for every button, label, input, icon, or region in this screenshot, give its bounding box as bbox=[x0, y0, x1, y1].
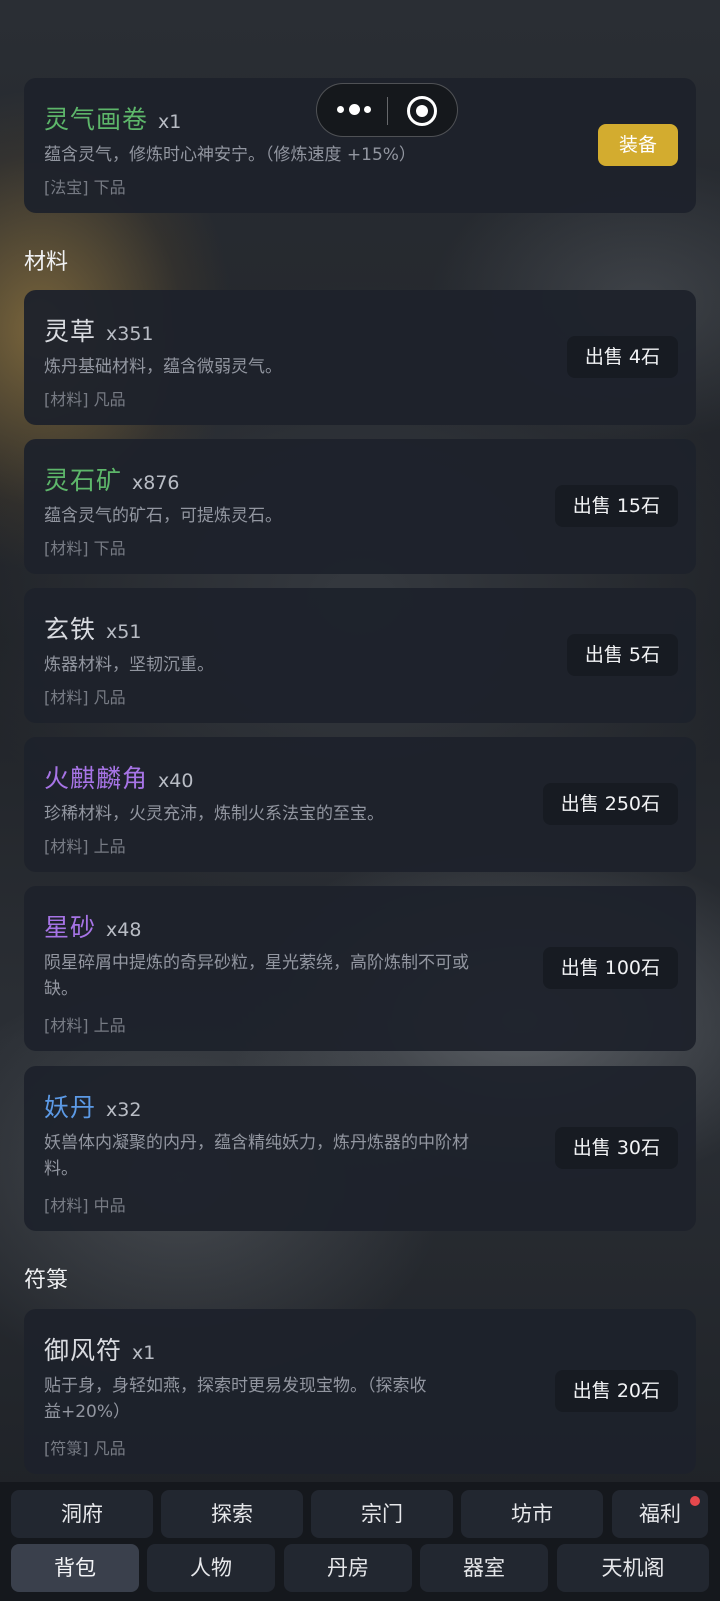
item-desc: 炼丹基础材料，蕴含微弱灵气。 bbox=[44, 357, 282, 377]
target-circle-icon[interactable] bbox=[407, 96, 437, 126]
item-card-huoqilinjiao: 火麒麟角 x40 珍稀材料，火灵充沛，炼制火系法宝的至宝。 [材料] 上品 出售 … bbox=[24, 737, 696, 872]
item-card-lingcao: 灵草 x351 炼丹基础材料，蕴含微弱灵气。 [材料] 凡品 出售 4石 bbox=[24, 290, 696, 425]
nav-fuli-label: 福利 bbox=[639, 1502, 681, 1526]
more-dots-icon[interactable] bbox=[337, 102, 371, 118]
item-qty: x351 bbox=[106, 323, 154, 345]
item-tag: [符箓] 凡品 bbox=[44, 1439, 126, 1458]
nav-beibao[interactable]: 背包 bbox=[11, 1544, 139, 1592]
item-desc: 妖兽体内凝聚的内丹，蕴含精纯妖力，炼丹炼器的中阶材 料。 bbox=[44, 1130, 534, 1182]
item-tag: [材料] 上品 bbox=[44, 1016, 126, 1035]
item-desc-line: 陨星碎屑中提炼的奇异砂粒，星光萦绕，高阶炼制不可或 bbox=[44, 953, 469, 973]
item-tag: [材料] 凡品 bbox=[44, 688, 126, 707]
item-name: 星砂 bbox=[44, 913, 97, 942]
item-name: 灵草 bbox=[44, 317, 97, 346]
item-name: 御风符 bbox=[44, 1336, 123, 1365]
nav-fuli[interactable]: 福利 bbox=[612, 1490, 708, 1538]
nav-fangshi[interactable]: 坊市 bbox=[461, 1490, 603, 1538]
item-desc-line: 益+20%） bbox=[44, 1402, 131, 1422]
item-tag: [法宝] 下品 bbox=[44, 178, 126, 197]
item-qty: x1 bbox=[132, 1342, 156, 1364]
item-desc: 炼器材料，坚韧沉重。 bbox=[44, 655, 214, 675]
item-card-yufengfu: 御风符 x1 贴于身，身轻如燕，探索时更易发现宝物。（探索收 益+20%） [符箓… bbox=[24, 1309, 696, 1474]
item-qty: x32 bbox=[106, 1099, 142, 1121]
nav-renwu[interactable]: 人物 bbox=[147, 1544, 275, 1592]
item-desc: 陨星碎屑中提炼的奇异砂粒，星光萦绕，高阶炼制不可或 缺。 bbox=[44, 950, 534, 1002]
item-name: 火麒麟角 bbox=[44, 764, 149, 793]
item-tag: [材料] 上品 bbox=[44, 837, 126, 856]
nav-qishi[interactable]: 器室 bbox=[420, 1544, 548, 1592]
section-title-talismans: 符箓 bbox=[24, 1268, 69, 1293]
nav-dongfu[interactable]: 洞府 bbox=[11, 1490, 153, 1538]
sell-button[interactable]: 出售 15石 bbox=[554, 485, 678, 527]
item-qty: x876 bbox=[132, 472, 180, 494]
nav-zongmen[interactable]: 宗门 bbox=[311, 1490, 453, 1538]
item-name: 灵石矿 bbox=[44, 466, 123, 495]
item-name: 妖丹 bbox=[44, 1093, 97, 1122]
item-desc: 蕴含灵气，修炼时心神安宁。（修炼速度 +15%） bbox=[44, 145, 416, 165]
item-name: 玄铁 bbox=[44, 615, 97, 644]
item-desc-line: 料。 bbox=[44, 1159, 78, 1179]
item-name: 灵气画卷 bbox=[44, 105, 149, 134]
item-qty: x51 bbox=[106, 621, 142, 643]
capsule-divider bbox=[387, 97, 388, 125]
nav-danfang[interactable]: 丹房 bbox=[284, 1544, 412, 1592]
sell-button[interactable]: 出售 4石 bbox=[566, 336, 678, 378]
nav-tansuo[interactable]: 探索 bbox=[161, 1490, 303, 1538]
item-card-lingshikuang: 灵石矿 x876 蕴含灵气的矿石，可提炼灵石。 [材料] 下品 出售 15石 bbox=[24, 439, 696, 574]
item-desc-line: 缺。 bbox=[44, 979, 78, 999]
item-tag: [材料] 中品 bbox=[44, 1196, 126, 1215]
item-qty: x1 bbox=[158, 111, 182, 133]
item-desc: 贴于身，身轻如燕，探索时更易发现宝物。（探索收 益+20%） bbox=[44, 1373, 514, 1425]
section-title-materials: 材料 bbox=[24, 250, 69, 275]
item-card-yaodan: 妖丹 x32 妖兽体内凝聚的内丹，蕴含精纯妖力，炼丹炼器的中阶材 料。 [材料] … bbox=[24, 1066, 696, 1231]
nav-tianjige[interactable]: 天机阁 bbox=[557, 1544, 709, 1592]
notification-dot bbox=[690, 1496, 700, 1506]
sell-button[interactable]: 出售 5石 bbox=[566, 634, 678, 676]
item-tag: [材料] 下品 bbox=[44, 539, 126, 558]
sell-button[interactable]: 出售 30石 bbox=[554, 1127, 678, 1169]
item-card-xingsha: 星砂 x48 陨星碎屑中提炼的奇异砂粒，星光萦绕，高阶炼制不可或 缺。 [材料] … bbox=[24, 886, 696, 1051]
item-desc-line: 妖兽体内凝聚的内丹，蕴含精纯妖力，炼丹炼器的中阶材 bbox=[44, 1133, 469, 1153]
item-desc-line: 贴于身，身轻如燕，探索时更易发现宝物。（探索收 bbox=[44, 1376, 427, 1396]
item-desc: 蕴含灵气的矿石，可提炼灵石。 bbox=[44, 506, 282, 526]
miniprogram-capsule bbox=[316, 83, 458, 137]
item-desc: 珍稀材料，火灵充沛，炼制火系法宝的至宝。 bbox=[44, 804, 384, 824]
item-tag: [材料] 凡品 bbox=[44, 390, 126, 409]
sell-button[interactable]: 出售 100石 bbox=[542, 947, 678, 989]
item-qty: x48 bbox=[106, 919, 142, 941]
item-card-xuantie: 玄铁 x51 炼器材料，坚韧沉重。 [材料] 凡品 出售 5石 bbox=[24, 588, 696, 723]
sell-button[interactable]: 出售 20石 bbox=[554, 1370, 678, 1412]
sell-button[interactable]: 出售 250石 bbox=[542, 783, 678, 825]
equip-button[interactable]: 装备 bbox=[597, 124, 678, 166]
bottom-nav: 洞府 探索 宗门 坊市 福利 背包 人物 丹房 器室 天机阁 bbox=[0, 1482, 720, 1601]
item-qty: x40 bbox=[158, 770, 194, 792]
